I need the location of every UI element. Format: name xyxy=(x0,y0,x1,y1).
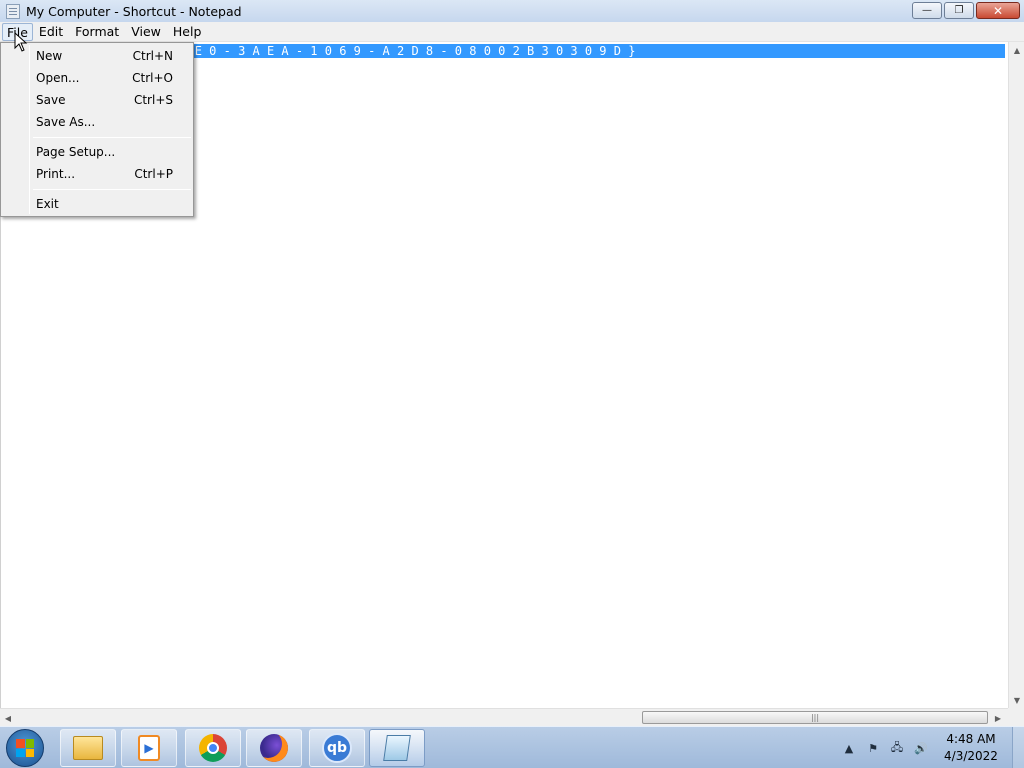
menu-separator xyxy=(33,137,191,138)
menu-item-label: Exit xyxy=(36,197,59,211)
horizontal-scroll-thumb[interactable]: ||| xyxy=(642,711,988,724)
menu-separator xyxy=(33,189,191,190)
firefox-icon xyxy=(260,734,288,762)
scroll-left-icon[interactable]: ◀ xyxy=(0,709,16,727)
window-title: My Computer - Shortcut - Notepad xyxy=(26,3,242,19)
qbittorrent-icon: qb xyxy=(322,733,352,763)
volume-icon[interactable]: 🔊 xyxy=(912,740,930,756)
taskbar-explorer-button[interactable] xyxy=(60,729,116,767)
taskbar-firefox-button[interactable] xyxy=(246,729,302,767)
menu-item-label: Page Setup... xyxy=(36,145,116,159)
minimize-button[interactable]: — xyxy=(912,2,942,19)
chrome-icon xyxy=(199,734,227,762)
vertical-scrollbar[interactable]: ▲ ▼ xyxy=(1008,42,1024,708)
menu-item-shortcut: Ctrl+O xyxy=(132,71,173,85)
scroll-down-icon[interactable]: ▼ xyxy=(1009,692,1024,708)
taskbar: ▶ qb ▲ ⚑ 🖧 🔊 4:48 AM 4/3/2022 xyxy=(0,726,1024,768)
menu-item-label: Save xyxy=(36,93,66,107)
menu-item-label: Open... xyxy=(36,71,80,85)
start-button[interactable] xyxy=(6,729,44,767)
menu-item-label: Save As... xyxy=(36,115,96,129)
notepad-app-icon[interactable] xyxy=(6,3,20,19)
taskbar-notepad-button[interactable] xyxy=(369,729,425,767)
menu-item-label: Print... xyxy=(36,167,76,181)
taskbar-media-player-button[interactable]: ▶ xyxy=(121,729,177,767)
show-hidden-icons-icon[interactable]: ▲ xyxy=(840,740,858,756)
menu-open[interactable]: Open... Ctrl+O xyxy=(3,67,191,89)
scroll-up-icon[interactable]: ▲ xyxy=(1009,42,1024,58)
menu-view[interactable]: View xyxy=(125,23,167,41)
menu-item-label: New xyxy=(36,49,63,63)
scrollbar-corner xyxy=(1008,708,1024,726)
clock-date: 4/3/2022 xyxy=(944,749,998,763)
title-bar: My Computer - Shortcut - Notepad — ❐ ✕ xyxy=(0,0,1024,22)
system-tray: ▲ ⚑ 🖧 🔊 4:48 AM 4/3/2022 xyxy=(840,727,1024,768)
taskbar-qbittorrent-button[interactable]: qb xyxy=(309,729,365,767)
menu-new[interactable]: New Ctrl+N xyxy=(3,45,191,67)
menu-save-as[interactable]: Save As... xyxy=(3,111,191,133)
menu-print[interactable]: Print... Ctrl+P xyxy=(3,163,191,185)
folder-icon xyxy=(73,736,103,760)
taskbar-chrome-button[interactable] xyxy=(185,729,241,767)
clock[interactable]: 4:48 AM 4/3/2022 xyxy=(936,731,1006,765)
maximize-button[interactable]: ❐ xyxy=(944,2,974,19)
menu-page-setup[interactable]: Page Setup... xyxy=(3,141,191,163)
menu-item-shortcut: Ctrl+S xyxy=(133,93,173,107)
window-controls: — ❐ ✕ xyxy=(912,2,1020,19)
menu-item-shortcut: Ctrl+N xyxy=(132,49,173,63)
media-player-icon: ▶ xyxy=(138,735,160,761)
menu-bar: File Edit Format View Help xyxy=(0,22,1024,42)
network-icon[interactable]: 🖧 xyxy=(888,740,906,756)
scroll-right-icon[interactable]: ▶ xyxy=(990,709,1006,727)
close-button[interactable]: ✕ xyxy=(976,2,1020,19)
menu-format[interactable]: Format xyxy=(69,23,125,41)
windows-logo-icon xyxy=(16,739,34,757)
action-center-icon[interactable]: ⚑ xyxy=(864,740,882,756)
show-desktop-button[interactable] xyxy=(1012,727,1024,768)
menu-edit[interactable]: Edit xyxy=(33,23,69,41)
mouse-cursor-icon xyxy=(14,32,28,52)
file-menu-dropdown: New Ctrl+N Open... Ctrl+O Save Ctrl+S Sa… xyxy=(0,42,194,217)
horizontal-scrollbar[interactable]: ◀ ||| ▶ xyxy=(0,708,1008,726)
notepad-icon xyxy=(383,735,411,761)
clock-time: 4:48 AM xyxy=(946,732,996,746)
menu-item-shortcut: Ctrl+P xyxy=(134,167,173,181)
menu-save[interactable]: Save Ctrl+S xyxy=(3,89,191,111)
menu-exit[interactable]: Exit xyxy=(3,193,191,215)
menu-help[interactable]: Help xyxy=(167,23,208,41)
